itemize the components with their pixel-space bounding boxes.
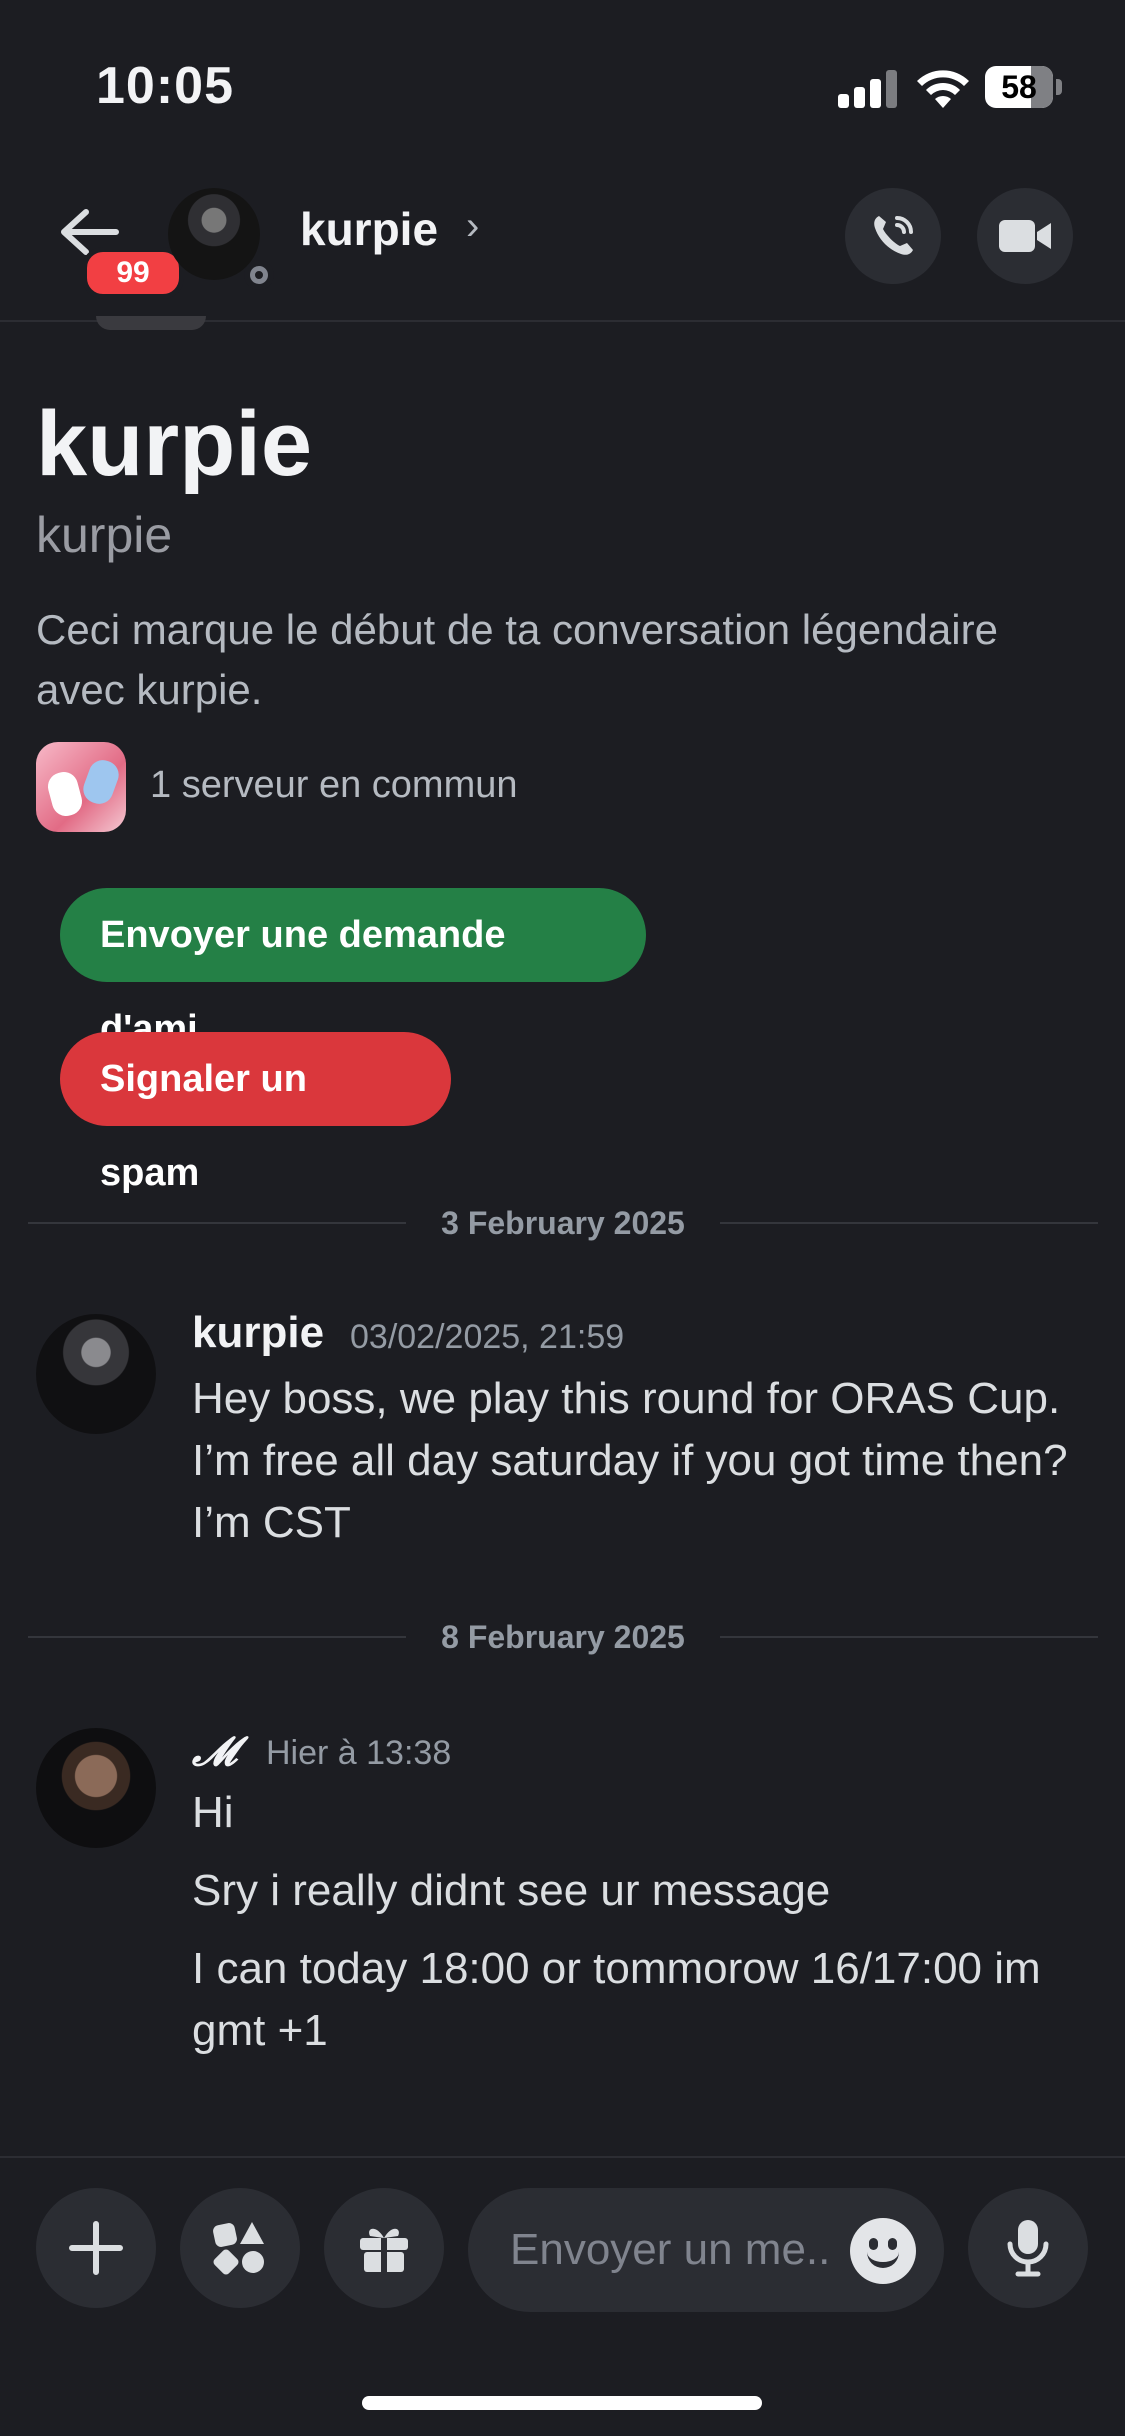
message-text[interactable]: Hey boss, we play this round for ORAS Cu…: [192, 1368, 1092, 1554]
message-author[interactable]: 𝓜: [192, 1728, 237, 1775]
cellular-signal-icon: [838, 70, 898, 108]
mutual-server-icon[interactable]: [36, 742, 126, 832]
intro-description: Ceci marque le début de ta conversation …: [36, 606, 998, 713]
apps-button[interactable]: [180, 2188, 300, 2308]
report-spam-button[interactable]: Signaler un spam: [60, 1032, 451, 1194]
wifi-icon: [917, 70, 969, 108]
dm-header: 99 kurpie ›: [0, 160, 1125, 322]
message-timestamp: Hier à 13:38: [266, 1734, 452, 1772]
message-composer: Envoyer un me..: [0, 2156, 1125, 2318]
status-bar: 10:05 58: [0, 0, 1125, 160]
unread-badge: 99: [82, 247, 184, 299]
message-text[interactable]: Sry i really didnt see ur message: [192, 1860, 1092, 1922]
mutual-servers-label[interactable]: 1 serveur en commun: [150, 764, 518, 807]
intro-display-name: kurpie: [36, 393, 313, 495]
video-camera-icon: [999, 220, 1051, 252]
date-divider: 8 February 2025: [28, 1614, 1098, 1660]
battery-icon: 58: [985, 66, 1063, 108]
avatar[interactable]: [168, 188, 274, 290]
gift-button[interactable]: [324, 2188, 444, 2308]
chevron-right-icon[interactable]: ›: [466, 204, 479, 249]
plus-icon: [69, 2221, 123, 2275]
home-indicator[interactable]: [362, 2396, 762, 2410]
microphone-icon: [1007, 2220, 1049, 2277]
voice-call-button[interactable]: [845, 188, 941, 284]
emoji-icon[interactable]: [850, 2218, 916, 2284]
date-divider: 3 February 2025: [28, 1200, 1098, 1246]
voice-message-button[interactable]: [968, 2188, 1088, 2308]
message-avatar[interactable]: [36, 1314, 156, 1434]
attach-button[interactable]: [36, 2188, 156, 2308]
message-text[interactable]: Hi: [192, 1782, 1092, 1844]
message-text[interactable]: I can today 18:00 or tommorow 16/17:00 i…: [192, 1938, 1092, 2062]
offline-status-icon: [244, 260, 274, 290]
apps-icon: [213, 2222, 264, 2275]
date-divider-label: 8 February 2025: [441, 1619, 685, 1655]
intro-username: kurpie: [36, 507, 173, 563]
message-avatar[interactable]: [36, 1728, 156, 1848]
phone-icon: [874, 216, 913, 255]
header-username[interactable]: kurpie: [300, 202, 438, 256]
status-time: 10:05: [96, 57, 234, 115]
gift-icon: [360, 2228, 408, 2272]
video-call-button[interactable]: [977, 188, 1073, 284]
add-friend-button[interactable]: Envoyer une demande d'ami: [60, 888, 646, 1050]
date-divider-label: 3 February 2025: [441, 1205, 685, 1241]
message-author[interactable]: kurpie: [192, 1308, 324, 1358]
message-timestamp: 03/02/2025, 21:59: [350, 1318, 625, 1356]
profile-avatar-partial: [96, 316, 206, 330]
battery-level: 58: [1001, 69, 1037, 105]
message-input-placeholder: Envoyer un me..: [510, 2225, 831, 2274]
message-input[interactable]: Envoyer un me..: [468, 2188, 944, 2312]
